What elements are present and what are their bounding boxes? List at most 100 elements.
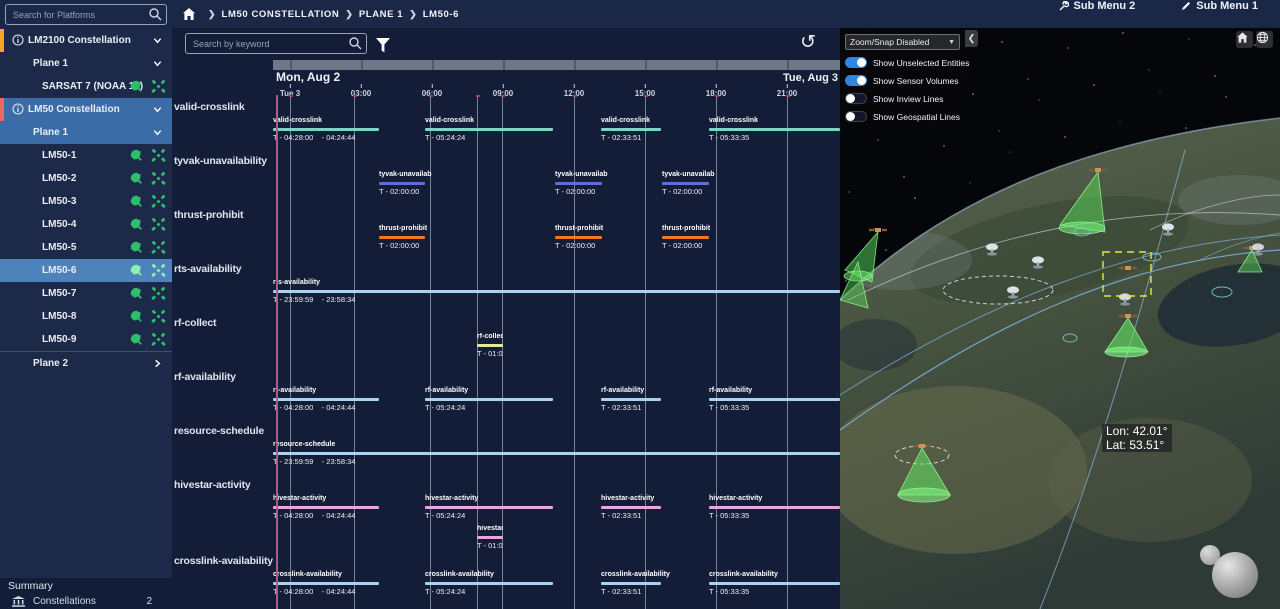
sidebar-item-lm50-2[interactable]: LM50-2 bbox=[0, 167, 172, 190]
timeline-event[interactable]: rf-availabilityT - 05:24:24 bbox=[425, 387, 613, 413]
event-bar[interactable] bbox=[425, 398, 553, 401]
event-bar[interactable] bbox=[425, 582, 553, 585]
timeline-event[interactable]: valid-crosslinkT - 04:28:00 - 04:24:44 bbox=[273, 117, 439, 143]
timeline-event[interactable]: crosslink-availabilityT - 05:24:24 bbox=[425, 571, 613, 597]
globe-mode-button[interactable] bbox=[1256, 31, 1273, 48]
toggle-switch[interactable] bbox=[845, 75, 867, 86]
timeline-event[interactable]: rf-availabilityT - 04:28:00 - 04:24:44 bbox=[273, 387, 439, 413]
event-bar[interactable] bbox=[379, 182, 425, 185]
zoom-snap-dropdown[interactable]: Zoom/Snap Disabled ▼ bbox=[845, 34, 960, 50]
timeline-event[interactable]: hivestar-activityT - 02:33:51 bbox=[601, 495, 721, 521]
breadcrumb-item-plane-1[interactable]: PLANE 1 bbox=[359, 9, 403, 20]
globe-view[interactable]: Zoom/Snap Disabled ▼ Show Unselected Ent… bbox=[840, 28, 1280, 609]
dish-icon[interactable] bbox=[129, 332, 144, 347]
satellite-icon[interactable] bbox=[151, 240, 166, 255]
satellite-icon[interactable] bbox=[151, 194, 166, 209]
timeline-event[interactable]: crosslink-availabilityT - 02:33:51 bbox=[601, 571, 721, 597]
sidebar-item-sarsat-7-noaa-15-[interactable]: SARSAT 7 (NOAA 15) bbox=[0, 75, 172, 98]
keyword-search-input[interactable] bbox=[185, 33, 367, 54]
event-bar[interactable] bbox=[273, 452, 840, 455]
satellite-icon[interactable] bbox=[151, 309, 166, 324]
sidebar-item-plane-1[interactable]: Plane 1 bbox=[0, 52, 172, 75]
toggle-show-sensor-volumes[interactable]: Show Sensor Volumes bbox=[845, 75, 960, 86]
event-bar[interactable] bbox=[709, 398, 840, 401]
timeline-event[interactable]: rts-availabilityT - 23:59:59 - 23:58:34 bbox=[273, 279, 840, 305]
satellite-icon[interactable] bbox=[151, 171, 166, 186]
timeline-event[interactable]: rf-availabilityT - 05:33:35 bbox=[709, 387, 840, 413]
sidebar-item-lm2100-constellation[interactable]: LM2100 Constellation bbox=[0, 29, 172, 52]
timeline-event[interactable]: hivestar-activityT - 05:33:35 bbox=[709, 495, 840, 521]
toggle-switch[interactable] bbox=[845, 57, 867, 68]
event-bar[interactable] bbox=[273, 506, 379, 509]
dish-icon[interactable] bbox=[129, 309, 144, 324]
sidebar-item-lm50-1[interactable]: LM50-1 bbox=[0, 144, 172, 167]
event-bar[interactable] bbox=[709, 506, 840, 509]
filter-icon[interactable] bbox=[376, 38, 390, 53]
event-bar[interactable] bbox=[477, 536, 503, 539]
timeline-event[interactable]: tyvak-unavailabT - 02:00:00 bbox=[379, 171, 485, 197]
sidebar-item-lm50-8[interactable]: LM50-8 bbox=[0, 305, 172, 328]
menu-sub-menu-2[interactable]: Sub Menu 2 bbox=[1053, 0, 1142, 13]
timeline-reset-icon[interactable]: ↺ bbox=[794, 30, 822, 54]
event-bar[interactable] bbox=[601, 506, 661, 509]
search-icon[interactable] bbox=[348, 36, 362, 50]
toggle-show-unselected-entities[interactable]: Show Unselected Entities bbox=[845, 57, 960, 68]
satellite-icon[interactable] bbox=[151, 263, 166, 278]
timeline-event[interactable]: crosslink-availabilityT - 05:33:35 bbox=[709, 571, 840, 597]
info-icon[interactable] bbox=[12, 103, 24, 115]
timeline-event[interactable]: thrust-prohibitT - 02:00:00 bbox=[555, 225, 662, 251]
event-bar[interactable] bbox=[379, 236, 425, 239]
home-view-button[interactable] bbox=[1236, 31, 1253, 48]
toggle-switch[interactable] bbox=[845, 111, 867, 122]
event-bar[interactable] bbox=[601, 128, 661, 131]
chevron-right-icon[interactable] bbox=[153, 359, 162, 368]
timeline-event[interactable]: hivestar-activityT - 05:24:24 bbox=[425, 495, 613, 521]
info-icon[interactable] bbox=[12, 34, 24, 46]
timeline-event[interactable]: resource-scheduleT - 23:59:59 - 23:58:34 bbox=[273, 441, 840, 467]
timeline-event[interactable]: valid-crosslinkT - 02:33:51 bbox=[601, 117, 721, 143]
event-bar[interactable] bbox=[273, 582, 379, 585]
timeline-event[interactable]: crosslink-availabilityT - 04:28:00 - 04:… bbox=[273, 571, 439, 597]
satellite-icon[interactable] bbox=[151, 217, 166, 232]
event-bar[interactable] bbox=[709, 128, 840, 131]
chevron-down-icon[interactable] bbox=[153, 59, 162, 68]
dish-icon[interactable] bbox=[129, 194, 144, 209]
chevron-down-icon[interactable] bbox=[153, 105, 162, 114]
timeline-event[interactable]: rf-availabilityT - 02:33:51 bbox=[601, 387, 721, 413]
satellite-icon[interactable] bbox=[151, 79, 166, 94]
timeline-event[interactable]: hivestarT - 01:00:00 bbox=[477, 525, 503, 551]
home-icon[interactable] bbox=[182, 7, 196, 21]
sidebar-item-lm50-6[interactable]: LM50-6 bbox=[0, 259, 172, 282]
timeline-event[interactable]: valid-crosslinkT - 05:33:35 bbox=[709, 117, 840, 143]
toggle-show-inview-lines[interactable]: Show Inview Lines bbox=[845, 93, 960, 104]
platform-search-input[interactable] bbox=[5, 4, 167, 25]
search-icon[interactable] bbox=[148, 7, 162, 21]
dish-icon[interactable] bbox=[129, 79, 144, 94]
timeline-event[interactable]: tyvak-unavailabT - 02:00:00 bbox=[662, 171, 769, 197]
summary-row-constellations[interactable]: Constellations 2 bbox=[8, 596, 164, 607]
event-bar[interactable] bbox=[425, 128, 553, 131]
event-bar[interactable] bbox=[273, 290, 840, 293]
sidebar-item-lm50-9[interactable]: LM50-9 bbox=[0, 328, 172, 351]
event-bar[interactable] bbox=[273, 128, 379, 131]
event-bar[interactable] bbox=[709, 582, 840, 585]
satellite-icon[interactable] bbox=[151, 148, 166, 163]
event-bar[interactable] bbox=[477, 344, 503, 347]
timeline-event[interactable]: hivestar-activityT - 04:28:00 - 04:24:44 bbox=[273, 495, 439, 521]
dish-icon[interactable] bbox=[129, 286, 144, 301]
nav-gizmo[interactable] bbox=[1212, 552, 1258, 598]
chevron-down-icon[interactable] bbox=[153, 128, 162, 137]
sidebar-item-lm50-4[interactable]: LM50-4 bbox=[0, 213, 172, 236]
event-bar[interactable] bbox=[555, 182, 602, 185]
event-bar[interactable] bbox=[662, 236, 709, 239]
sidebar-item-lm50-5[interactable]: LM50-5 bbox=[0, 236, 172, 259]
dish-icon[interactable] bbox=[129, 171, 144, 186]
dish-icon[interactable] bbox=[129, 263, 144, 278]
event-bar[interactable] bbox=[425, 506, 553, 509]
event-bar[interactable] bbox=[555, 236, 602, 239]
timeline-event[interactable]: tyvak-unavailabT - 02:00:00 bbox=[555, 171, 662, 197]
event-bar[interactable] bbox=[601, 398, 661, 401]
event-bar[interactable] bbox=[273, 398, 379, 401]
toggle-switch[interactable] bbox=[845, 93, 867, 104]
timeline-event[interactable]: rf-collectT - 01:00:00 bbox=[477, 333, 503, 359]
